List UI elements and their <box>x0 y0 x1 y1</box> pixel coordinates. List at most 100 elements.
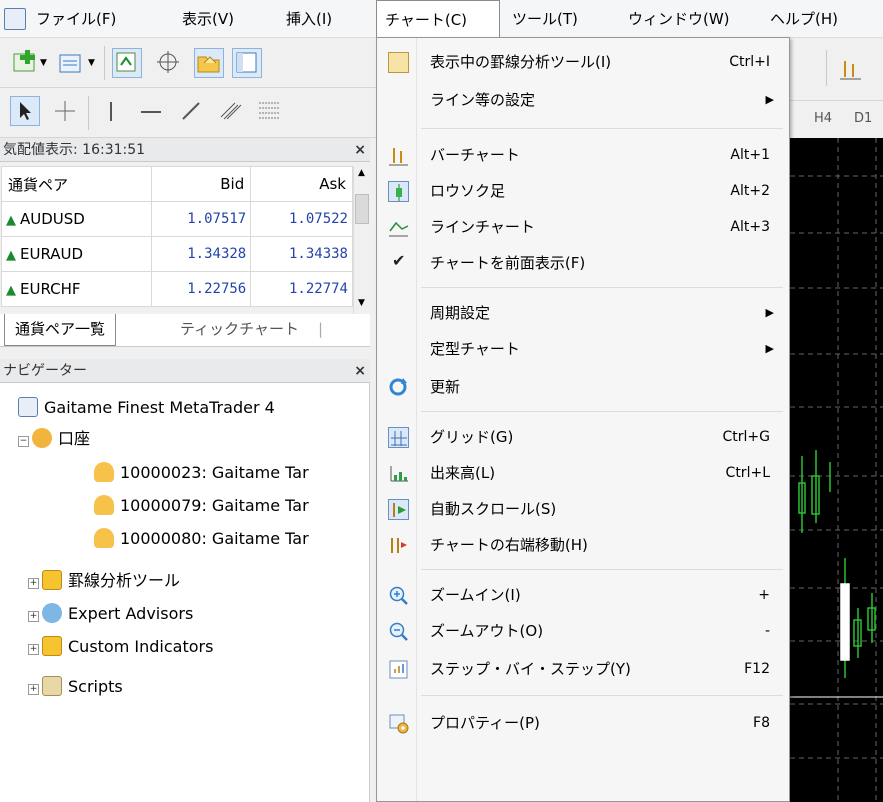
menu-insert[interactable]: 挿入(I) <box>286 0 332 38</box>
table-row[interactable]: ▲ AUDUSD 1.07517 1.07522 <box>1 201 353 237</box>
tab-symbols[interactable]: 通貨ペア一覧 <box>4 314 117 346</box>
tab-icon[interactable] <box>794 56 824 86</box>
symbol-cell: ▲ EURAUD <box>1 236 152 272</box>
column-header-bid[interactable]: Bid <box>150 166 252 202</box>
tree-item-scripts[interactable]: + Scripts <box>28 672 123 702</box>
ask-cell: 1.34338 <box>250 236 353 272</box>
menu-item-candlesticks[interactable]: ロウソク足 Alt+2 <box>378 173 788 209</box>
account-icon <box>94 528 114 548</box>
menu-window[interactable]: ウィンドウ(W) <box>628 0 730 38</box>
tree-item-experts[interactable]: + Expert Advisors <box>28 599 193 629</box>
column-header-symbol[interactable]: 通貨ペア <box>1 166 152 202</box>
expand-icon[interactable]: + <box>28 611 39 622</box>
menu-tools[interactable]: ツール(T) <box>512 0 578 38</box>
menu-item-volumes[interactable]: 出来高(L) Ctrl+L <box>378 455 788 491</box>
timeframe-toolbar-top <box>790 38 883 101</box>
timeframe-toolbar: H4 D1 <box>790 101 883 137</box>
timeframe-h4[interactable]: H4 <box>814 111 832 126</box>
menu-item-chart-shift[interactable]: チャートの右端移動(H) <box>378 527 788 563</box>
menu-item-properties[interactable]: プロパティー(P) F8 <box>378 705 788 741</box>
ask-cell: 1.22774 <box>250 271 353 307</box>
menu-view[interactable]: 表示(V) <box>182 0 234 38</box>
menu-file[interactable]: ファイル(F) <box>36 0 116 38</box>
close-icon[interactable]: × <box>354 359 366 383</box>
autoscroll-icon <box>388 499 409 520</box>
horizontal-line-icon[interactable] <box>136 96 166 126</box>
navigator-title: ナビゲーター <box>3 363 87 379</box>
line-chart-icon <box>389 221 409 237</box>
terminal-icon[interactable] <box>232 48 262 78</box>
scroll-down-icon[interactable]: ▼ <box>358 298 365 308</box>
chart-shift-icon <box>391 538 407 553</box>
menu-item-line-chart[interactable]: ラインチャート Alt+3 <box>378 209 788 245</box>
tree-item-account[interactable]: 10000023: Gaitame Tar <box>94 458 309 488</box>
symbol-cell: ▲ AUDUSD <box>1 201 152 237</box>
tree-item-accounts[interactable]: − 口座 <box>18 424 90 454</box>
tree-item-root[interactable]: Gaitame Finest MetaTrader 4 <box>18 393 275 423</box>
tree-item-account[interactable]: 10000079: Gaitame Tar <box>94 491 309 521</box>
dropdown-arrow-icon[interactable]: ▼ <box>40 58 47 68</box>
fibonacci-icon[interactable] <box>254 96 284 126</box>
profiles-icon[interactable] <box>56 48 86 78</box>
menu-item-foreground-chart[interactable]: ✔ チャートを前面表示(F) <box>378 245 788 281</box>
cursor-icon[interactable] <box>10 96 40 126</box>
dropdown-arrow-icon[interactable]: ▼ <box>88 58 95 68</box>
menu-item-zoom-in[interactable]: ズームイン(I) + <box>378 577 788 613</box>
app-icon <box>18 397 38 417</box>
bar-chart-icon <box>389 148 408 166</box>
app-icon[interactable] <box>4 8 26 30</box>
table-row[interactable]: ▲ EURAUD 1.34328 1.34338 <box>1 236 353 272</box>
tab-tick-chart[interactable]: ティックチャート <box>170 314 309 346</box>
navigator-icon[interactable] <box>194 48 224 78</box>
trendline-icon[interactable] <box>176 96 206 126</box>
submenu-arrow-icon: ▶ <box>765 93 774 106</box>
menu-item-autoscroll[interactable]: 自動スクロール(S) <box>378 491 788 527</box>
menu-bar: ファイル(F) 表示(V) 挿入(I) チャート(C) ツール(T) ウィンドウ… <box>0 0 883 39</box>
menu-item-templates[interactable]: 定型チャート ▶ <box>378 331 788 367</box>
new-chart-icon[interactable] <box>10 48 40 78</box>
expand-icon[interactable]: + <box>28 684 39 695</box>
scroll-up-icon[interactable]: ▲ <box>358 168 365 178</box>
menu-item-step-by-step[interactable]: ステップ・バイ・ステップ(Y) F12 <box>378 651 788 687</box>
table-header-row: 通貨ペア Bid Ask <box>1 166 353 202</box>
tree-item-indicators[interactable]: + 罫線分析ツール <box>28 566 180 596</box>
menu-item-objects-list[interactable]: 表示中の罫線分析ツール(I) Ctrl+I <box>378 44 788 80</box>
bid-cell: 1.22756 <box>150 271 252 307</box>
timeframe-d1[interactable]: D1 <box>854 111 872 126</box>
symbol-cell: ▲ EURCHF <box>1 271 152 307</box>
market-watch-scrollbar[interactable]: ▲ ▼ <box>353 166 370 314</box>
bid-cell: 1.07517 <box>150 201 252 237</box>
account-icon <box>94 462 114 482</box>
chart-area[interactable] <box>790 138 883 802</box>
menu-chart[interactable]: チャート(C) <box>376 0 500 39</box>
equidistant-channel-icon[interactable] <box>216 96 246 126</box>
market-watch-tabs: 通貨ペア一覧 ティックチャート | <box>0 314 370 347</box>
navigator-panel: Gaitame Finest MetaTrader 4 − 口座 10000023… <box>0 383 370 802</box>
expand-icon[interactable]: + <box>28 644 39 655</box>
expand-icon[interactable]: + <box>28 578 39 589</box>
candlestick-icon <box>388 181 409 202</box>
data-window-icon[interactable] <box>154 48 184 78</box>
refresh-icon <box>389 378 407 396</box>
menu-item-bar-chart[interactable]: バーチャート Alt+1 <box>378 137 788 173</box>
market-watch-icon[interactable] <box>112 48 142 78</box>
tree-item-custom-indicators[interactable]: + Custom Indicators <box>28 632 213 662</box>
menu-item-refresh[interactable]: 更新 <box>378 369 788 405</box>
zoom-out-icon <box>389 622 408 641</box>
menu-help[interactable]: ヘルプ(H) <box>770 0 838 38</box>
up-arrow-icon: ▲ <box>6 283 16 298</box>
close-icon[interactable]: × <box>354 138 366 162</box>
properties-icon <box>389 714 409 734</box>
tree-item-account[interactable]: 10000080: Gaitame Tar <box>94 524 309 554</box>
collapse-icon[interactable]: − <box>18 436 29 447</box>
menu-item-grid[interactable]: グリッド(G) Ctrl+G <box>378 419 788 455</box>
bar-chart-icon[interactable] <box>836 54 866 84</box>
menu-item-periodicity[interactable]: 周期設定 ▶ <box>378 295 788 331</box>
menu-item-zoom-out[interactable]: ズームアウト(O) - <box>378 613 788 649</box>
column-header-ask[interactable]: Ask <box>250 166 353 202</box>
vertical-line-icon[interactable] <box>96 96 126 126</box>
up-arrow-icon: ▲ <box>6 213 16 228</box>
crosshair-icon[interactable] <box>50 96 80 126</box>
menu-item-line-settings[interactable]: ライン等の設定 ▶ <box>378 82 788 118</box>
table-row[interactable]: ▲ EURCHF 1.22756 1.22774 <box>1 271 353 307</box>
